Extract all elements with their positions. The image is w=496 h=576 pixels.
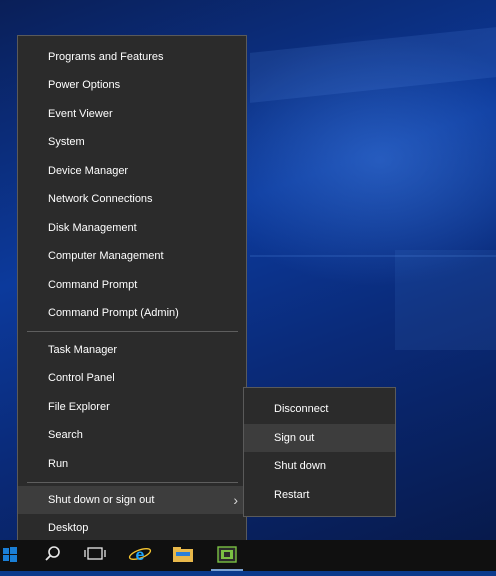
menu-separator [27, 482, 238, 483]
menu-item-event-viewer[interactable]: Event Viewer [18, 100, 246, 128]
menu-item-power-options[interactable]: Power Options [18, 71, 246, 99]
menu-item-programs-and-features[interactable]: Programs and Features [18, 43, 246, 71]
menu-item-computer-management[interactable]: Computer Management [18, 242, 246, 270]
menu-item-disk-management[interactable]: Disk Management [18, 214, 246, 242]
svg-text:e: e [136, 547, 145, 564]
taskbar: e [0, 540, 496, 571]
submenu-item-disconnect[interactable]: Disconnect [244, 395, 395, 423]
menu-item-command-prompt-admin[interactable]: Command Prompt (Admin) [18, 299, 246, 327]
submenu-item-restart[interactable]: Restart [244, 481, 395, 509]
submenu-item-sign-out[interactable]: Sign out [244, 424, 395, 452]
chevron-right-icon: › [233, 492, 238, 508]
wallpaper-light-beam [395, 250, 496, 350]
file-explorer-icon[interactable] [163, 540, 203, 571]
menu-item-desktop[interactable]: Desktop [18, 514, 246, 542]
menu-separator [27, 331, 238, 332]
internet-explorer-icon[interactable]: e [120, 540, 160, 571]
wallpaper-light-beam [250, 27, 496, 103]
menu-item-label: Shut down or sign out [48, 494, 155, 506]
menu-item-search[interactable]: Search [18, 421, 246, 449]
menu-item-run[interactable]: Run [18, 450, 246, 478]
menu-item-system[interactable]: System [18, 128, 246, 156]
server-manager-icon[interactable] [207, 540, 247, 571]
menu-item-task-manager[interactable]: Task Manager [18, 336, 246, 364]
menu-item-shut-down-or-sign-out[interactable]: Shut down or sign out › [18, 486, 246, 514]
task-view-icon[interactable] [75, 540, 115, 571]
menu-item-device-manager[interactable]: Device Manager [18, 157, 246, 185]
winx-power-user-menu: Programs and Features Power Options Even… [17, 35, 247, 548]
menu-item-command-prompt[interactable]: Command Prompt [18, 271, 246, 299]
menu-item-file-explorer[interactable]: File Explorer [18, 393, 246, 421]
shut-down-submenu: Disconnect Sign out Shut down Restart [243, 387, 396, 517]
menu-item-network-connections[interactable]: Network Connections [18, 185, 246, 213]
submenu-item-shut-down[interactable]: Shut down [244, 452, 395, 480]
search-icon[interactable] [32, 540, 72, 571]
menu-item-control-panel[interactable]: Control Panel [18, 364, 246, 392]
